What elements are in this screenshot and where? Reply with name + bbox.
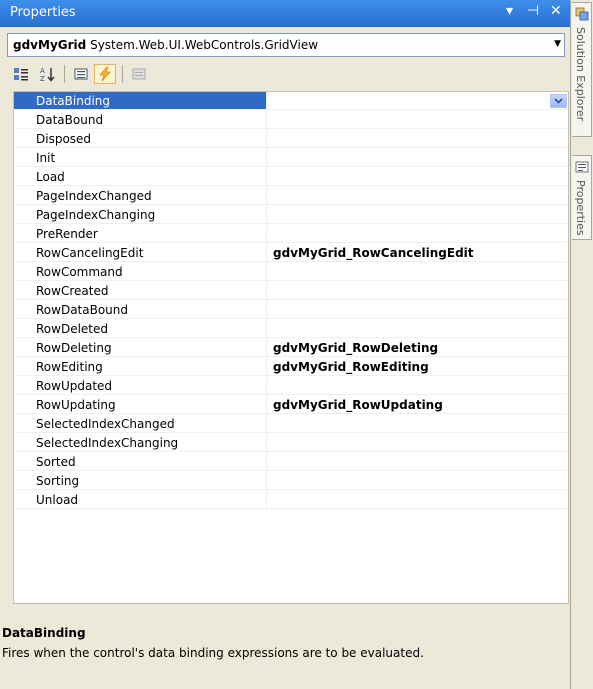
properties-icon[interactable]: [70, 64, 92, 84]
event-name: RowUpdated: [14, 377, 266, 395]
event-row[interactable]: SelectedIndexChanging: [14, 434, 568, 453]
event-row[interactable]: Disposed: [14, 130, 568, 149]
event-handler-field[interactable]: [266, 111, 568, 129]
event-handler-field[interactable]: [266, 472, 568, 490]
event-row[interactable]: PageIndexChanged: [14, 187, 568, 206]
description-pane: DataBinding Fires when the control's dat…: [2, 620, 567, 689]
event-row[interactable]: Init: [14, 149, 568, 168]
event-handler-field[interactable]: [266, 206, 568, 224]
categorized-icon[interactable]: [10, 64, 32, 84]
event-name: Init: [14, 149, 266, 167]
property-pages-icon[interactable]: [128, 64, 150, 84]
event-handler-field[interactable]: [266, 415, 568, 433]
event-name: Unload: [14, 491, 266, 509]
event-grid: DataBinding DataBound Disposed Init Load Page…: [13, 91, 569, 604]
event-name: PageIndexChanged: [14, 187, 266, 205]
properties-toolbar: A Z: [10, 62, 310, 86]
event-name: Sorted: [14, 453, 266, 471]
event-row[interactable]: RowCancelingEdit gdvMyGrid_RowCancelingEd…: [14, 244, 568, 263]
dock-tab-label: Solution Explorer: [574, 27, 587, 122]
window-position-dropdown-icon[interactable]: ▾: [506, 3, 513, 19]
properties-window-icon: [575, 161, 589, 173]
event-handler-field[interactable]: [266, 282, 568, 300]
alphabetical-icon[interactable]: A Z: [36, 64, 58, 84]
events-icon[interactable]: [94, 64, 116, 84]
event-row[interactable]: RowDeleting gdvMyGrid_RowDeleting: [14, 339, 568, 358]
event-row[interactable]: PreRender: [14, 225, 568, 244]
event-name: Load: [14, 168, 266, 186]
event-handler-field[interactable]: [266, 225, 568, 243]
event-name: RowCancelingEdit: [14, 244, 266, 262]
event-handler-field[interactable]: [266, 377, 568, 395]
auto-hide-pin-icon[interactable]: ⊣: [527, 3, 539, 19]
event-handler-field[interactable]: [266, 434, 568, 452]
properties-title-bar[interactable]: Properties ▾ ⊣ ✕: [0, 0, 570, 27]
event-name: RowEditing: [14, 358, 266, 376]
event-name: RowDeleted: [14, 320, 266, 338]
description-title: DataBinding: [2, 626, 86, 640]
event-handler-field[interactable]: [266, 92, 568, 110]
event-name: DataBinding: [14, 92, 266, 110]
event-row[interactable]: RowCommand: [14, 263, 568, 282]
event-handler-field[interactable]: [266, 320, 568, 338]
event-name: RowCommand: [14, 263, 266, 281]
svg-text:Z: Z: [40, 75, 45, 82]
event-handler-field[interactable]: [266, 130, 568, 148]
event-row[interactable]: RowDeleted: [14, 320, 568, 339]
event-name: PageIndexChanging: [14, 206, 266, 224]
solution-explorer-icon: [575, 7, 589, 21]
event-row[interactable]: RowDataBound: [14, 301, 568, 320]
dock-tab-solution-explorer[interactable]: Solution Explorer: [572, 2, 592, 137]
object-name: gdvMyGrid: [13, 38, 87, 52]
event-name: RowUpdating: [14, 396, 266, 414]
object-selector-dropdown[interactable]: gdvMyGrid System.Web.UI.WebControls.Grid…: [7, 33, 565, 57]
event-row[interactable]: DataBound: [14, 111, 568, 130]
event-name: Sorting: [14, 472, 266, 490]
event-name: SelectedIndexChanged: [14, 415, 266, 433]
event-row[interactable]: DataBinding: [14, 92, 568, 111]
toolbar-separator: [122, 65, 123, 83]
chevron-down-icon[interactable]: ▼: [554, 39, 561, 49]
object-type: System.Web.UI.WebControls.GridView: [90, 38, 319, 52]
properties-panel: Properties ▾ ⊣ ✕ gdvMyGrid System.Web.UI…: [0, 0, 571, 689]
chevron-down-icon: [554, 98, 563, 104]
event-handler-field[interactable]: gdvMyGrid_RowUpdating: [266, 396, 568, 414]
event-handler-field[interactable]: [266, 301, 568, 319]
event-row[interactable]: RowEditing gdvMyGrid_RowEditing: [14, 358, 568, 377]
toolbar-separator: [64, 65, 65, 83]
event-row[interactable]: Sorted: [14, 453, 568, 472]
dock-tab-properties[interactable]: Properties: [572, 155, 592, 240]
event-name: PreRender: [14, 225, 266, 243]
event-row[interactable]: Load: [14, 168, 568, 187]
svg-text:A: A: [40, 67, 45, 75]
event-name: Disposed: [14, 130, 266, 148]
event-handler-field[interactable]: [266, 453, 568, 471]
event-row[interactable]: RowCreated: [14, 282, 568, 301]
event-handler-field[interactable]: [266, 149, 568, 167]
panel-title: Properties: [10, 5, 76, 20]
event-row[interactable]: SelectedIndexChanged: [14, 415, 568, 434]
event-name: RowDeleting: [14, 339, 266, 357]
event-name: RowCreated: [14, 282, 266, 300]
close-icon[interactable]: ✕: [550, 3, 562, 19]
event-name: RowDataBound: [14, 301, 266, 319]
event-handler-field[interactable]: [266, 263, 568, 281]
event-handler-field[interactable]: gdvMyGrid_RowCancelingEdit: [266, 244, 568, 262]
event-row[interactable]: Sorting: [14, 472, 568, 491]
event-row[interactable]: PageIndexChanging: [14, 206, 568, 225]
event-row[interactable]: RowUpdating gdvMyGrid_RowUpdating: [14, 396, 568, 415]
event-name: SelectedIndexChanging: [14, 434, 266, 452]
handler-dropdown-button[interactable]: [550, 94, 567, 108]
event-handler-field[interactable]: gdvMyGrid_RowDeleting: [266, 339, 568, 357]
event-handler-field[interactable]: [266, 168, 568, 186]
event-row[interactable]: Unload: [14, 491, 568, 510]
description-text: Fires when the control's data binding ex…: [2, 646, 424, 660]
event-handler-field[interactable]: gdvMyGrid_RowEditing: [266, 358, 568, 376]
event-handler-field[interactable]: [266, 187, 568, 205]
side-dock-strip: Solution Explorer Properties: [571, 0, 593, 689]
event-name: DataBound: [14, 111, 266, 129]
dock-tab-label: Properties: [574, 180, 587, 236]
event-handler-field[interactable]: [266, 491, 568, 509]
event-row[interactable]: RowUpdated: [14, 377, 568, 396]
